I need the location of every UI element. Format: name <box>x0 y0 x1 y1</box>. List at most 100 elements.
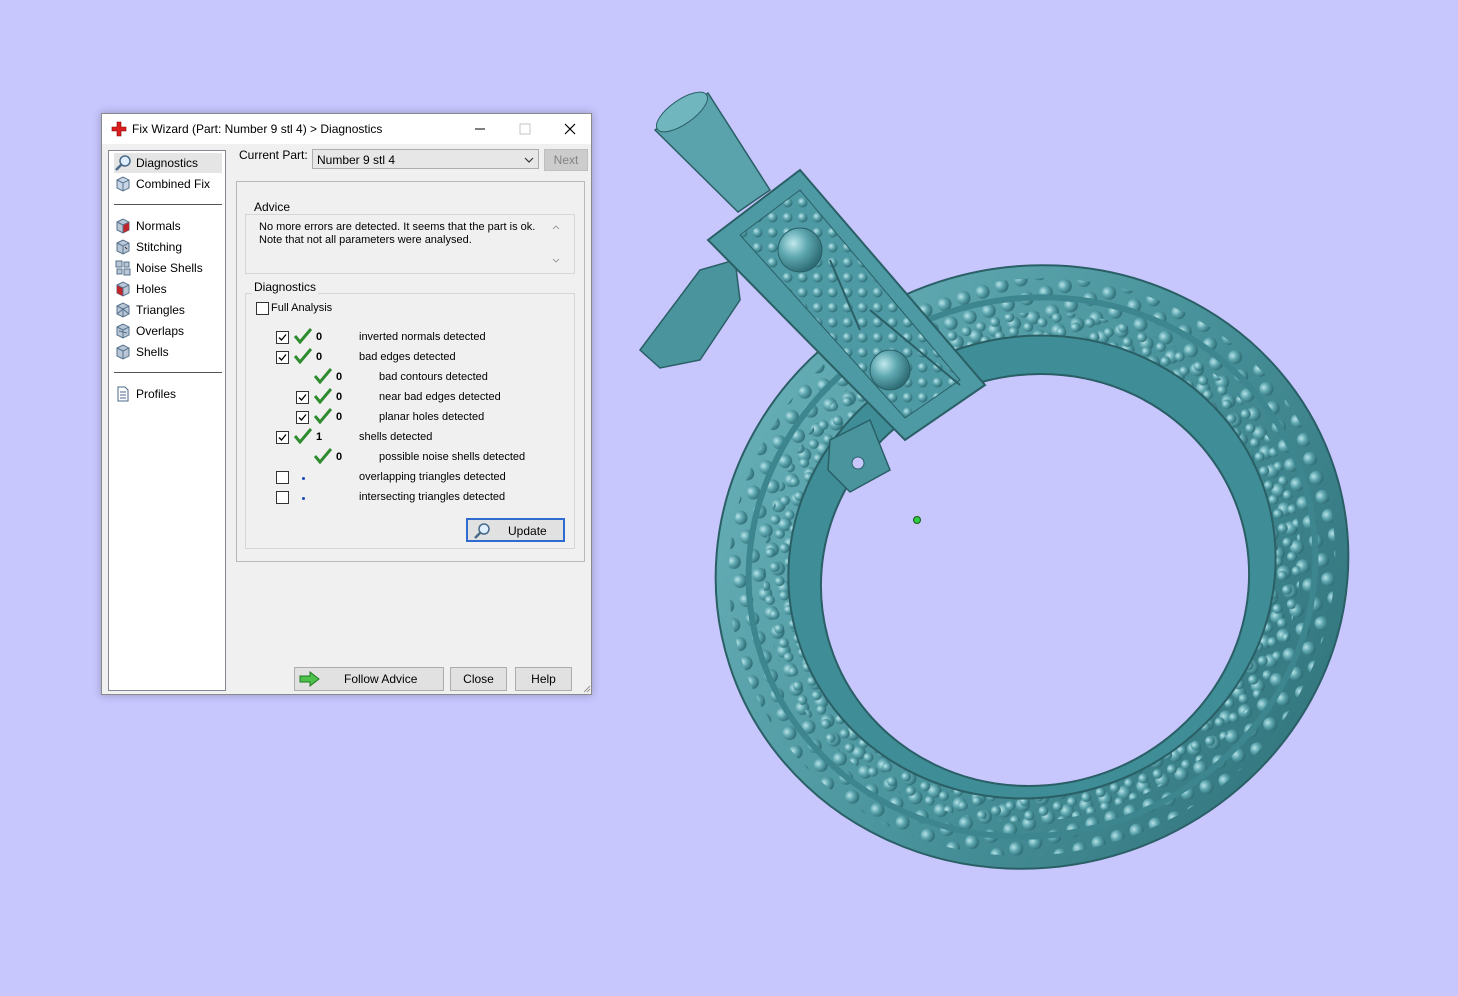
checkmark-icon <box>298 394 307 401</box>
nav-item-profiles[interactable]: Profiles <box>114 384 222 404</box>
advice-text: No more errors are detected. It seems th… <box>259 221 549 247</box>
not-analysed-dot-icon <box>302 497 305 500</box>
noise-shells-label: possible noise shells detected <box>379 451 526 463</box>
advice-line-2: Note that not all parameters were analys… <box>259 234 472 246</box>
overlapping-triangles-checkbox[interactable] <box>276 471 289 484</box>
nav-label-profiles: Profiles <box>136 387 177 401</box>
intersecting-triangles-label: intersecting triangles detected <box>359 491 506 503</box>
nav-label-overlaps: Overlaps <box>136 324 185 338</box>
nav-label-noise-shells: Noise Shells <box>136 261 203 275</box>
advice-line-1: No more errors are detected. It seems th… <box>259 221 536 233</box>
window-title: Fix Wizard (Part: Number 9 stl 4) > Diag… <box>132 122 383 136</box>
full-analysis-checkbox[interactable] <box>256 302 269 315</box>
magnifier-icon <box>115 155 131 171</box>
shells-cube-icon <box>116 344 130 360</box>
wizard-nav-list: Diagnostics Combined Fix Normals Stitchi… <box>108 150 226 691</box>
diagnostics-title: Diagnostics <box>252 280 319 294</box>
ok-check-icon <box>314 448 332 464</box>
maximize-button <box>502 114 547 144</box>
shells-label: shells detected <box>359 431 433 443</box>
noise-shells-icon <box>115 260 131 276</box>
bad-contours-count: 0 <box>336 371 343 383</box>
follow-advice-label: Follow Advice <box>344 672 418 686</box>
nav-divider <box>114 372 222 373</box>
document-icon <box>117 386 129 402</box>
next-button: Next <box>544 149 588 171</box>
close-button[interactable]: Close <box>450 667 507 691</box>
planar-holes-count: 0 <box>336 411 343 423</box>
update-label: Update <box>508 524 547 538</box>
holes-cube-icon <box>116 281 130 297</box>
bad-edges-label: bad edges detected <box>359 351 456 363</box>
nav-label-holes: Holes <box>136 282 167 296</box>
nav-item-triangles[interactable]: Triangles <box>114 300 222 320</box>
nav-label-normals: Normals <box>136 219 181 233</box>
nav-item-stitching[interactable]: Stitching <box>114 237 222 257</box>
planar-holes-checkbox[interactable] <box>296 411 309 424</box>
advice-scrollbar[interactable] <box>550 221 562 267</box>
green-arrow-icon <box>299 671 320 687</box>
near-bad-edges-label: near bad edges detected <box>379 391 501 403</box>
nav-label-shells: Shells <box>136 345 169 359</box>
bad-contours-label: bad contours detected <box>379 371 488 383</box>
not-analysed-dot-icon <box>302 477 305 480</box>
bad-edges-count: 0 <box>316 351 323 363</box>
minimize-icon <box>475 128 485 130</box>
nav-label-combined-fix: Combined Fix <box>136 177 211 191</box>
fix-wizard-dialog: Fix Wizard (Part: Number 9 stl 4) > Diag… <box>101 113 592 695</box>
nav-item-noise-shells[interactable]: Noise Shells <box>114 258 222 278</box>
ok-check-icon <box>314 408 332 424</box>
nav-item-overlaps[interactable]: Overlaps <box>114 321 222 341</box>
update-button[interactable]: Update <box>466 518 565 542</box>
close-window-button[interactable] <box>547 114 592 144</box>
triangles-cube-icon <box>116 302 130 318</box>
current-part-select[interactable]: Number 9 stl 4 <box>312 149 539 169</box>
current-part-label: Current Part: <box>239 148 308 162</box>
normals-cube-icon <box>116 218 130 234</box>
noise-shells-count: 0 <box>336 451 343 463</box>
overlapping-triangles-label: overlapping triangles detected <box>359 471 506 483</box>
maximize-icon <box>519 123 531 135</box>
cube-icon <box>116 176 130 192</box>
wizard-app-icon <box>111 121 127 137</box>
inverted-normals-label: inverted normals detected <box>359 331 486 343</box>
overlaps-cube-icon <box>116 323 130 339</box>
ok-check-icon <box>294 328 312 344</box>
current-part-value: Number 9 stl 4 <box>317 153 396 167</box>
planar-holes-label: planar holes detected <box>379 411 485 423</box>
intersecting-triangles-checkbox[interactable] <box>276 491 289 504</box>
near-bad-edges-count: 0 <box>336 391 343 403</box>
nav-item-normals[interactable]: Normals <box>114 216 222 236</box>
ok-check-icon <box>314 368 332 384</box>
nav-label-stitching: Stitching <box>136 240 183 254</box>
advice-title: Advice <box>252 200 293 214</box>
follow-advice-button[interactable]: Follow Advice <box>294 667 444 691</box>
nav-label-triangles: Triangles <box>136 303 185 317</box>
shells-checkbox[interactable] <box>276 431 289 444</box>
resize-grip-icon[interactable] <box>581 683 591 693</box>
near-bad-edges-checkbox[interactable] <box>296 391 309 404</box>
nav-divider <box>114 204 222 205</box>
ok-check-icon <box>314 388 332 404</box>
magnifier-icon <box>474 523 490 539</box>
bad-edges-checkbox[interactable] <box>276 351 289 364</box>
checkmark-icon <box>278 434 287 441</box>
title-bar[interactable]: Fix Wizard (Part: Number 9 stl 4) > Diag… <box>102 114 591 144</box>
nav-item-combined-fix[interactable]: Combined Fix <box>114 174 222 194</box>
minimize-button[interactable] <box>457 114 502 144</box>
checkmark-icon <box>278 354 287 361</box>
full-analysis-label: Full Analysis <box>271 302 333 314</box>
help-button[interactable]: Help <box>515 667 572 691</box>
inverted-normals-checkbox[interactable] <box>276 331 289 344</box>
checkmark-icon <box>298 414 307 421</box>
checkmark-icon <box>278 334 287 341</box>
ok-check-icon <box>294 348 312 364</box>
close-icon <box>564 123 576 135</box>
nav-item-holes[interactable]: Holes <box>114 279 222 299</box>
nav-item-shells[interactable]: Shells <box>114 342 222 362</box>
nav-item-diagnostics[interactable]: Diagnostics <box>114 153 222 173</box>
chevron-down-icon <box>524 157 534 163</box>
nav-label-diagnostics: Diagnostics <box>136 156 199 170</box>
inverted-normals-count: 0 <box>316 331 323 343</box>
ok-check-icon <box>294 428 312 444</box>
